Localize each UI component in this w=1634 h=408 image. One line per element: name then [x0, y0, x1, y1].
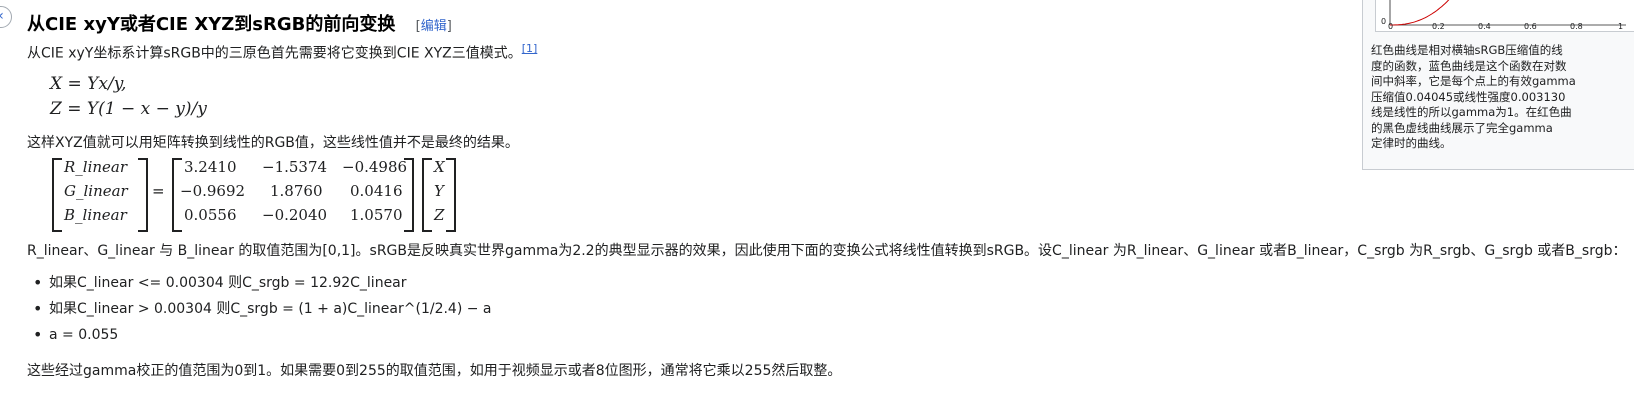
matrix-lhs-g: G_linear	[64, 182, 128, 200]
x-tick-label: 0	[1388, 22, 1394, 31]
matrix-cell: 0.0416	[350, 182, 403, 200]
matrix-cell: −0.9692	[180, 182, 246, 200]
edit-link[interactable]: 编辑	[421, 19, 447, 34]
matrix-intro-paragraph: 这样XYZ值就可以用矩阵转换到线性的RGB值，这些线性值并不是最终的结果。	[27, 135, 519, 151]
section-title: 从CIE xyY或者CIE XYZ到sRGB的前向变换	[27, 14, 396, 35]
x-tick-label: 0.4	[1478, 22, 1491, 31]
matrix-cell: 1.8760	[270, 182, 323, 200]
x-tick-label: 0.8	[1570, 22, 1583, 31]
matrix-cell: −0.2040	[262, 206, 328, 224]
figure-caption: 红色曲线是相对横轴sRGB压缩值的线 度的函数，蓝色曲线是这个函数在对数 间中斜…	[1371, 43, 1576, 150]
matrix-cell: 0.0556	[184, 206, 237, 224]
gamma-conditions-list: 如果C_linear <= 0.00304 则C_srgb = 12.92C_l…	[29, 270, 492, 348]
section-heading: 从CIE xyY或者CIE XYZ到sRGB的前向变换 [编辑]	[27, 10, 452, 36]
gamma-plot-image[interactable]: 0 0 0.2 0.4 0.6 0.8 1	[1375, 0, 1634, 32]
matrix-cell: −0.4986	[342, 158, 408, 176]
x-tick-label: 0.2	[1432, 22, 1445, 31]
matrix-rhs-x: X	[434, 158, 445, 176]
matrix-rhs-y: Y	[434, 182, 444, 200]
final-paragraph: 这些经过gamma校正的值范围为0到1。如果需要0到255的取值范围，如用于视频…	[27, 363, 842, 379]
intro-paragraph: 从CIE xyY坐标系计算sRGB中的三原色首先需要将它变换到CIE XYZ三值…	[27, 42, 538, 62]
list-item: 如果C_linear <= 0.00304 则C_srgb = 12.92C_l…	[29, 270, 492, 296]
x-tick-label: 0.6	[1524, 22, 1537, 31]
matrix-equals: =	[152, 182, 165, 200]
y-tick-label: 0	[1381, 17, 1387, 26]
matrix-cell: 1.0570	[350, 206, 403, 224]
equation-z: Z = Y(1 − x − y)/y	[50, 99, 207, 119]
matrix-lhs-r: R_linear	[64, 158, 128, 176]
conversion-matrix-equation: R_linear G_linear B_linear = 3.2410 −1.5…	[52, 158, 472, 232]
reference-link[interactable]: [1]	[522, 42, 538, 55]
collapse-arrow-icon[interactable]: ‹	[0, 6, 12, 28]
matrix-rhs-z: Z	[434, 206, 445, 224]
matrix-lhs-b: B_linear	[64, 206, 127, 224]
figure-thumbnail: 0 0 0.2 0.4 0.6 0.8 1 红色曲线是相对横轴sRGB压缩值的线…	[1362, 0, 1634, 170]
x-tick-label: 1	[1618, 22, 1624, 31]
gamma-plot-svg	[1389, 0, 1626, 26]
matrix-cell: 3.2410	[184, 158, 237, 176]
edit-link-wrapper: [编辑]	[415, 19, 452, 34]
matrix-cell: −1.5374	[262, 158, 328, 176]
list-item: 如果C_linear > 0.00304 则C_srgb = (1 + a)C_…	[29, 296, 492, 322]
list-item: a = 0.055	[29, 322, 492, 348]
range-paragraph: R_linear、G_linear 与 B_linear 的取值范围为[0,1]…	[27, 243, 1627, 259]
equation-x: X = Yx/y,	[50, 74, 127, 94]
